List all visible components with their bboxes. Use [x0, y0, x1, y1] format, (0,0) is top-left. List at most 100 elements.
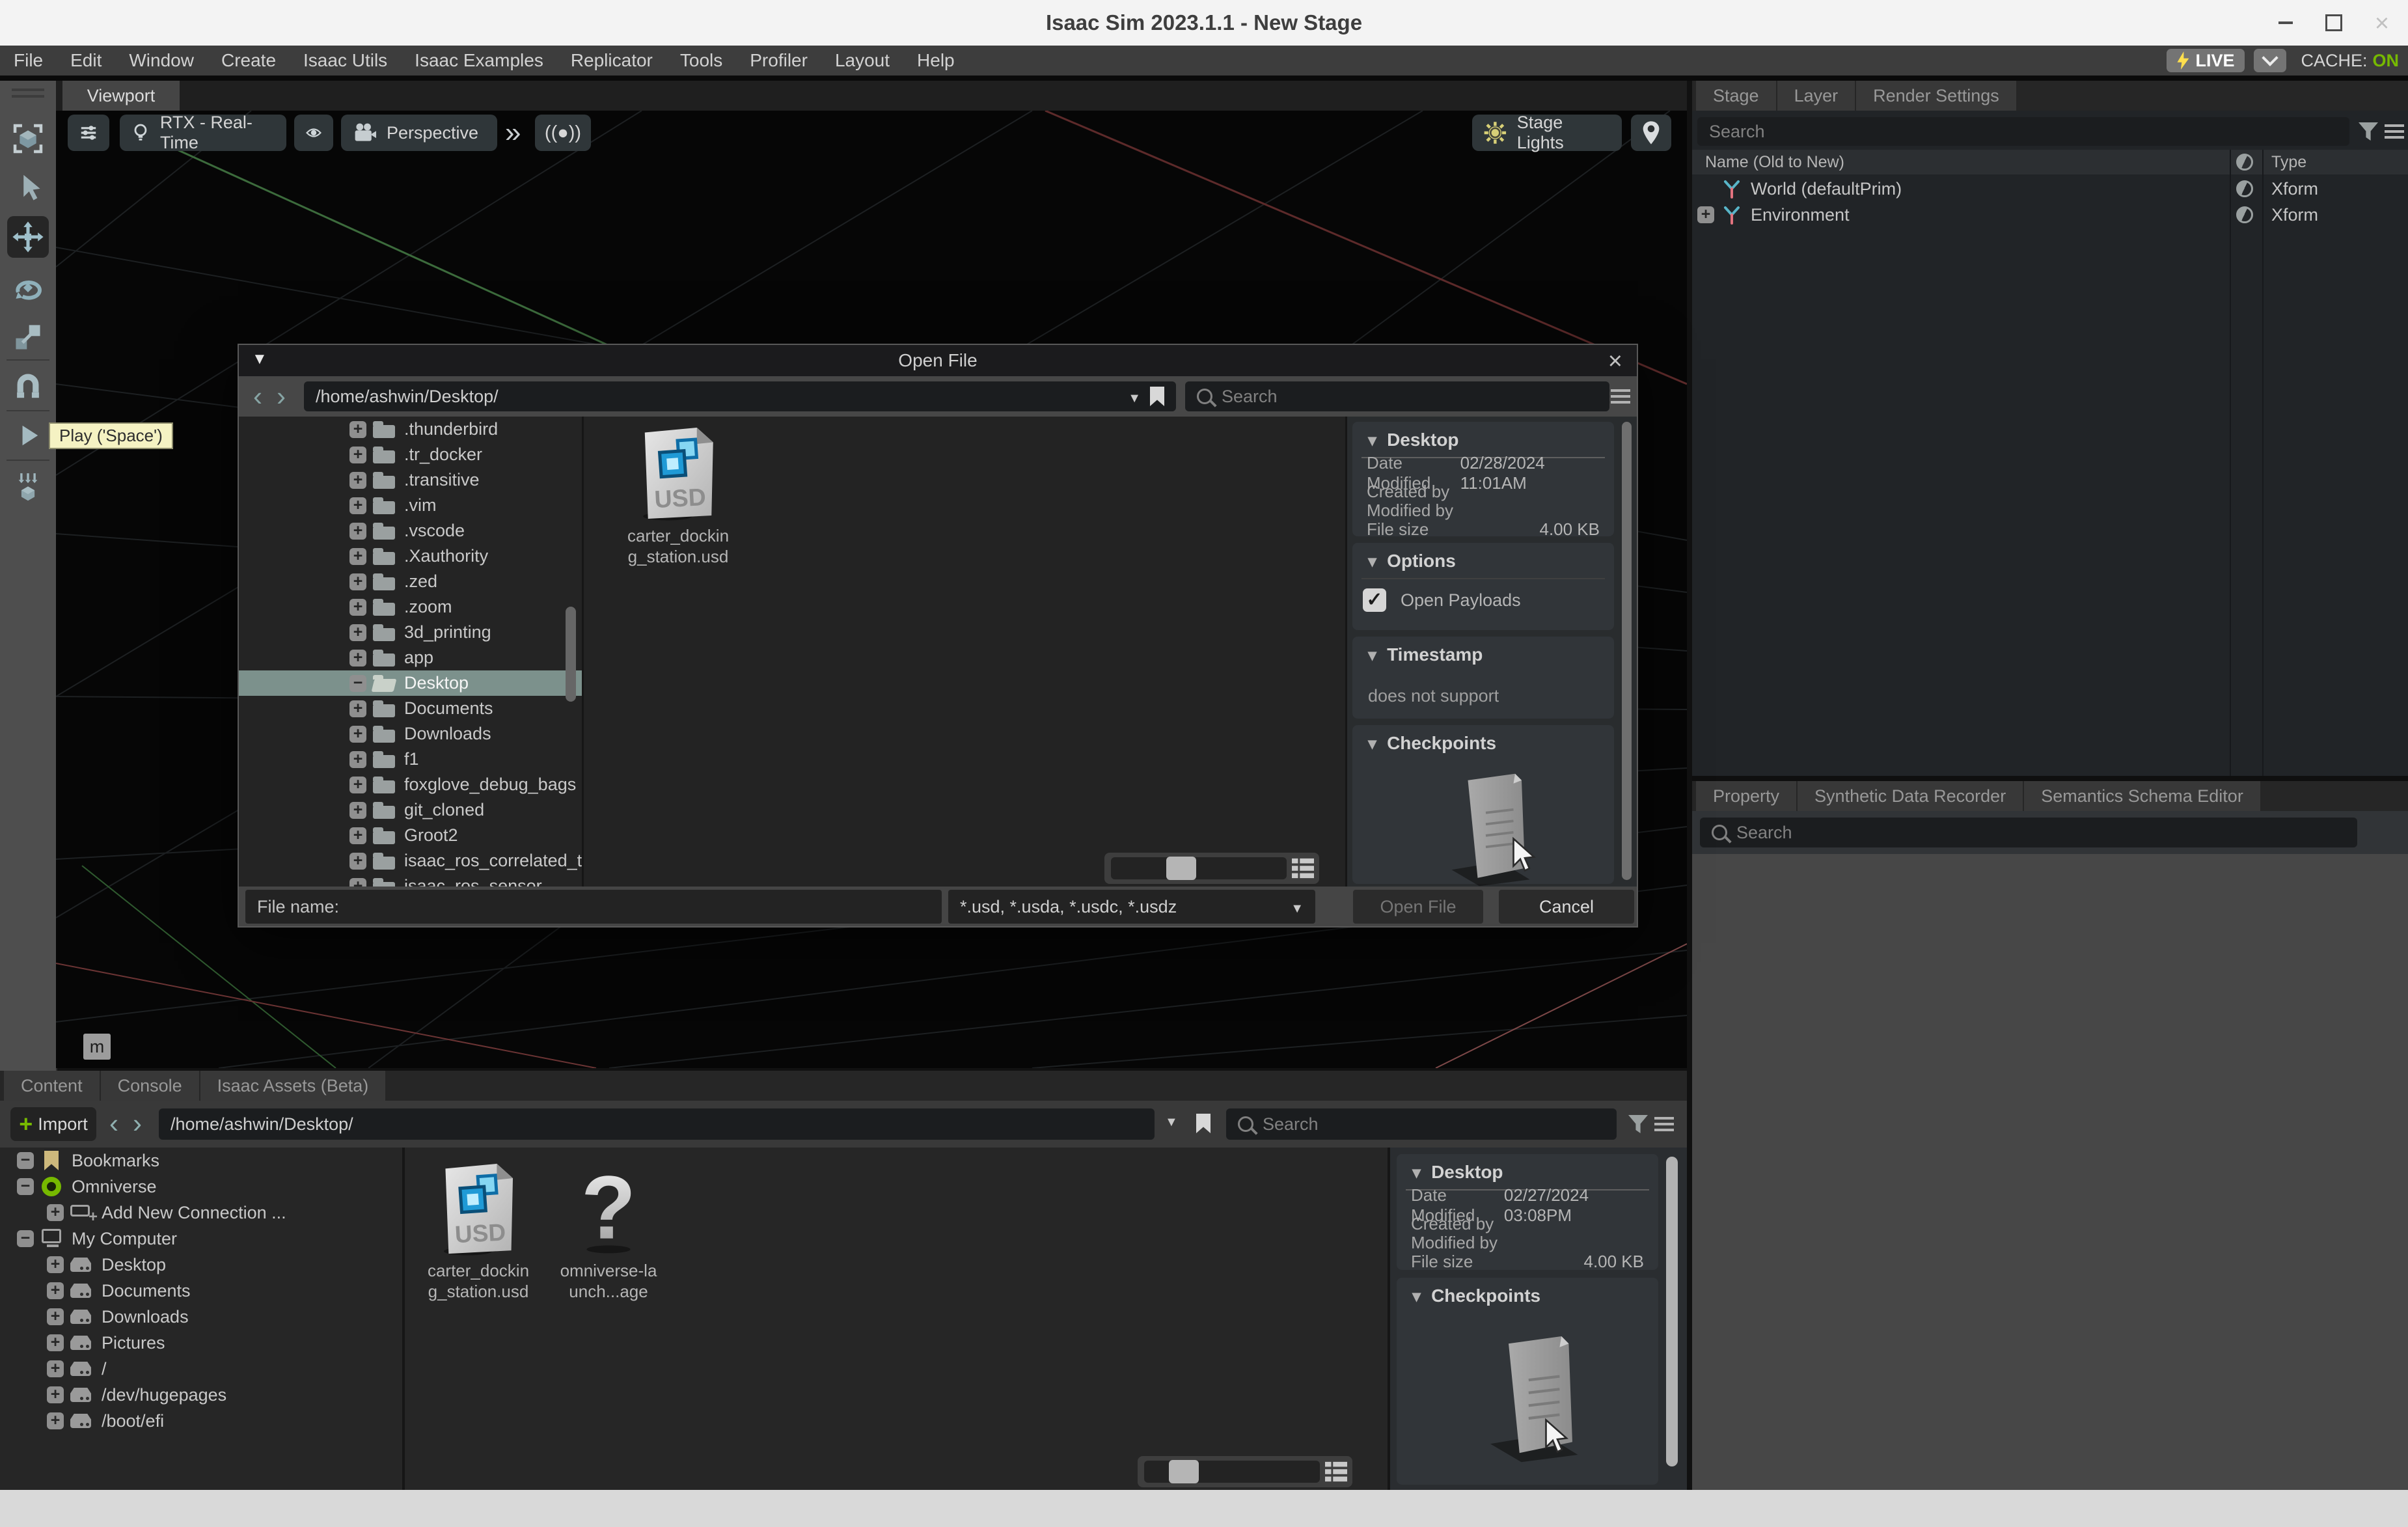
expand-toggle[interactable]: + — [349, 624, 366, 641]
path-dropdown-icon[interactable] — [1165, 1115, 1178, 1130]
options-menu-icon[interactable] — [1654, 1117, 1674, 1131]
tree-item[interactable]: − Omniverse — [0, 1174, 402, 1200]
toolbar-overflow-chevrons[interactable]: » — [505, 115, 521, 151]
file-tile-usd[interactable]: carter_dockin g_station.usd — [417, 1161, 540, 1302]
open-payloads-checkbox[interactable] — [1363, 588, 1386, 612]
slider-handle[interactable] — [1166, 857, 1196, 880]
tree-item[interactable]: + Add New Connection ... — [30, 1200, 402, 1226]
expand-toggle[interactable]: + — [349, 548, 366, 565]
visibility-eye-icon[interactable] — [2236, 180, 2253, 197]
visibility-column-icon[interactable] — [2236, 154, 2253, 171]
stage-search-input[interactable]: Search — [1697, 117, 2349, 146]
tree-item[interactable]: + .tr_docker — [239, 442, 582, 467]
expand-toggle[interactable]: + — [349, 878, 366, 887]
scrollbar[interactable] — [1622, 422, 1632, 880]
dialog-close-icon[interactable] — [1608, 348, 1622, 376]
scale-tool-button[interactable] — [7, 316, 49, 358]
stage-panel-tab[interactable]: Layer — [1777, 81, 1855, 111]
tree-item[interactable]: + .zoom — [239, 594, 582, 620]
file-tile-unknown[interactable]: omniverse-la unch...age — [547, 1161, 670, 1302]
move-tool-button[interactable] — [7, 216, 49, 258]
property-panel-tab[interactable]: Semantics Schema Editor — [2024, 781, 2260, 811]
expand-toggle[interactable]: − — [17, 1178, 34, 1195]
scrollbar[interactable] — [1666, 1157, 1678, 1466]
tree-item[interactable]: + 3d_printing — [239, 620, 582, 645]
viewport-settings-button[interactable] — [68, 115, 109, 151]
content-panel-tab[interactable]: Content — [4, 1071, 100, 1101]
open-file-button[interactable]: Open File — [1353, 890, 1483, 924]
tree-item[interactable]: + Groot2 — [239, 823, 582, 848]
thumbnail-size-slider[interactable] — [1138, 1456, 1352, 1487]
content-path-input[interactable]: /home/ashwin/Desktop/ — [159, 1108, 1155, 1140]
property-panel-tab[interactable]: Synthetic Data Recorder — [1798, 781, 2023, 811]
grid-view-icon[interactable] — [1325, 1461, 1347, 1483]
column-type[interactable]: Type — [2271, 150, 2306, 174]
tree-item[interactable]: + /boot/efi — [30, 1408, 402, 1434]
tree-item[interactable]: + Desktop — [30, 1252, 402, 1278]
tree-item[interactable]: + .thunderbird — [239, 417, 582, 442]
capture-button[interactable]: ((●)) — [535, 115, 591, 151]
dialog-path-input[interactable]: /home/ashwin/Desktop/ — [304, 381, 1176, 411]
menu-item[interactable]: Layout — [821, 46, 903, 76]
tree-item[interactable]: + f1 — [239, 747, 582, 772]
menu-item[interactable]: Window — [115, 46, 208, 76]
section-header[interactable]: Timestamp — [1352, 637, 1614, 669]
options-menu-icon[interactable] — [2385, 124, 2404, 139]
menu-item[interactable]: Isaac Utils — [290, 46, 401, 76]
tree-item[interactable]: + Downloads — [239, 721, 582, 747]
content-panel-tab[interactable]: Isaac Assets (Beta) — [200, 1071, 386, 1101]
thumbnail-size-slider[interactable] — [1104, 853, 1319, 884]
expand-toggle[interactable]: − — [349, 675, 366, 692]
forward-button[interactable]: › — [277, 381, 286, 411]
maximize-button[interactable] — [2319, 8, 2348, 37]
section-header[interactable]: Options — [1352, 543, 1614, 575]
tree-item[interactable]: + Documents — [30, 1278, 402, 1304]
expand-toggle[interactable]: + — [349, 827, 366, 844]
tree-item[interactable]: + Pictures — [30, 1330, 402, 1356]
expand-toggle[interactable]: + — [349, 421, 366, 438]
tab-viewport[interactable]: Viewport — [62, 81, 180, 111]
expand-toggle[interactable]: + — [47, 1412, 64, 1429]
expand-toggle[interactable]: + — [349, 700, 366, 717]
tree-item[interactable]: − Desktop — [239, 670, 582, 696]
section-header[interactable]: Desktop — [1352, 422, 1614, 454]
live-sync-button[interactable]: LIVE — [2167, 49, 2245, 72]
close-button[interactable] — [2368, 8, 2396, 37]
expand-toggle[interactable]: + — [47, 1282, 64, 1299]
tree-item[interactable]: + git_cloned — [239, 797, 582, 823]
stage-lights-button[interactable]: Stage Lights — [1472, 115, 1622, 151]
options-menu-icon[interactable] — [1611, 389, 1630, 404]
menu-item[interactable]: Help — [903, 46, 968, 76]
file-tile-usd[interactable]: carter_dockin g_station.usd — [616, 424, 740, 567]
expand-toggle[interactable]: + — [349, 650, 366, 667]
menu-item[interactable]: Tools — [666, 46, 736, 76]
import-button[interactable]: + Import — [10, 1107, 96, 1141]
frame-select-tool-button[interactable] — [7, 118, 49, 159]
expand-toggle[interactable]: + — [47, 1204, 64, 1221]
tree-item[interactable]: + Downloads — [30, 1304, 402, 1330]
tree-item[interactable]: + /dev/hugepages — [30, 1382, 402, 1408]
snap-tool-button[interactable] — [7, 367, 49, 409]
tree-item[interactable]: + .Xauthority — [239, 543, 582, 569]
menu-item[interactable]: Profiler — [736, 46, 821, 76]
expand-toggle[interactable]: + — [349, 447, 366, 463]
select-tool-button[interactable] — [7, 167, 49, 209]
menu-item[interactable]: Replicator — [557, 46, 666, 76]
expand-toggle[interactable]: + — [349, 726, 366, 743]
dialog-title-bar[interactable]: Open File — [239, 345, 1637, 376]
tree-item[interactable]: + foxglove_debug_bags — [239, 772, 582, 797]
stage-tree-row[interactable]: World (defaultPrim) Xform — [1692, 176, 2408, 202]
menu-item[interactable]: Create — [208, 46, 290, 76]
filter-icon[interactable] — [1628, 1115, 1648, 1133]
waypoint-button[interactable] — [1631, 115, 1671, 151]
back-button[interactable]: ‹ — [109, 1108, 118, 1138]
menu-item[interactable]: File — [0, 46, 57, 76]
tree-item[interactable]: − Bookmarks — [0, 1148, 402, 1174]
tree-item[interactable]: + app — [239, 645, 582, 670]
tree-item[interactable]: + .vim — [239, 493, 582, 518]
tree-item[interactable]: + .zed — [239, 569, 582, 594]
expand-toggle[interactable]: + — [349, 472, 366, 489]
rotate-tool-button[interactable] — [7, 267, 49, 309]
cancel-button[interactable]: Cancel — [1499, 890, 1634, 924]
grid-view-icon[interactable] — [1292, 857, 1314, 879]
